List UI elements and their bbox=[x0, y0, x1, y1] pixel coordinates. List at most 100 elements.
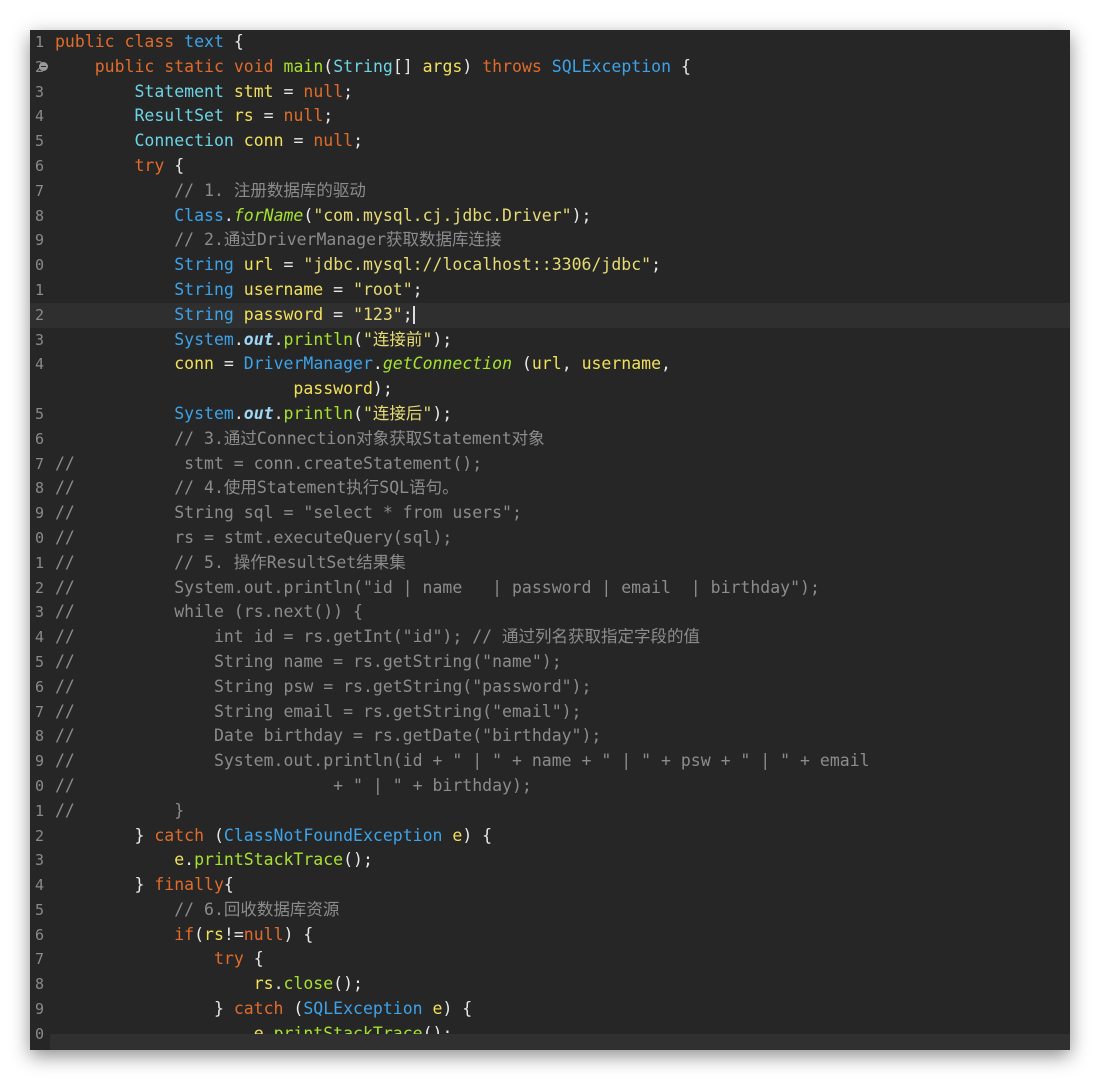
code-line[interactable]: 1 // // 5. 操作ResultSet结果集 bbox=[30, 551, 1070, 576]
code-text: // System.out.println(id + " | " + name … bbox=[55, 749, 870, 774]
code-token: url bbox=[531, 354, 562, 374]
code-line[interactable]: 6 try { bbox=[30, 154, 1070, 179]
line-number: 3 bbox=[34, 603, 44, 622]
code-line[interactable]: 7 try { bbox=[30, 947, 1070, 972]
code-line[interactable]: 4 } finally{ bbox=[30, 873, 1070, 898]
code-token: getConnection bbox=[382, 354, 512, 374]
code-line[interactable]: 5 Connection conn = null; bbox=[30, 129, 1070, 154]
code-line[interactable]: 4 conn = DriverManager.getConnection (ur… bbox=[30, 352, 1070, 377]
code-line[interactable]: 3 // while (rs.next()) { bbox=[30, 600, 1070, 625]
code-token: ) { bbox=[442, 999, 473, 1019]
code-text: // String psw = rs.getString("password")… bbox=[55, 675, 591, 700]
code-line[interactable]: 3 e.printStackTrace(); bbox=[30, 848, 1070, 873]
code-token: null bbox=[303, 81, 344, 101]
code-token: ) { bbox=[462, 825, 493, 845]
code-line[interactable]: 6 // String psw = rs.getString("password"… bbox=[30, 675, 1070, 700]
code-token: ); bbox=[571, 205, 592, 225]
code-text: // // 4.使用Statement执行SQL语句。 bbox=[55, 476, 459, 501]
horizontal-scrollbar[interactable] bbox=[50, 1034, 1070, 1050]
code-token: { bbox=[223, 32, 244, 51]
code-token: rs bbox=[233, 106, 254, 126]
code-line[interactable]: 8 rs.close(); bbox=[30, 972, 1070, 997]
code-line[interactable]: 5 // 6.回收数据库资源 bbox=[30, 898, 1070, 923]
code-text: // // 5. 操作ResultSet结果集 bbox=[55, 551, 406, 576]
code-line[interactable]: 3 System.out.println("连接前"); bbox=[30, 328, 1070, 353]
line-number: 1 bbox=[34, 801, 44, 820]
line-number: 3 bbox=[34, 851, 44, 870]
code-line[interactable]: 5 System.out.println("连接后"); bbox=[30, 402, 1070, 427]
code-token: rs bbox=[204, 924, 224, 944]
code-line[interactable]: 1 // } bbox=[30, 799, 1070, 824]
code-token: System bbox=[174, 403, 234, 423]
code-line[interactable]: 9 // String sql = "select * from users"; bbox=[30, 501, 1070, 526]
code-token: url bbox=[243, 255, 274, 275]
code-line[interactable]: 8 Class.forName("com.mysql.cj.jdbc.Drive… bbox=[30, 204, 1070, 229]
code-line[interactable]: 0 String url = "jdbc.mysql://localhost::… bbox=[30, 253, 1070, 278]
line-number: 1 bbox=[34, 280, 44, 299]
code-token: "连接后" bbox=[363, 403, 433, 423]
code-text: // int id = rs.getInt("id"); // 通过列名获取指定… bbox=[55, 625, 700, 650]
code-line[interactable]: 5 // String name = rs.getString("name"); bbox=[30, 650, 1070, 675]
code-line[interactable]: 4 // int id = rs.getInt("id"); // 通过列名获取指… bbox=[30, 625, 1070, 650]
code-line[interactable]: 1 String username = "root"; bbox=[30, 278, 1070, 303]
code-line[interactable]: 2 String password = "123"; bbox=[30, 302, 1070, 328]
code-text: // String sql = "select * from users"; bbox=[55, 501, 522, 526]
code-line[interactable]: 6 // 3.通过Connection对象获取Statement对象 bbox=[30, 427, 1070, 452]
code-token: void bbox=[233, 56, 284, 76]
fold-collapse-icon[interactable] bbox=[39, 61, 48, 71]
code-line[interactable]: 7 // stmt = conn.createStatement(); bbox=[30, 452, 1070, 477]
code-line[interactable]: 8 // // 4.使用Statement执行SQL语句。 bbox=[30, 476, 1070, 501]
code-line[interactable]: 0 // + " | " + birthday); bbox=[30, 774, 1070, 799]
code-token: // 3.通过Connection对象获取Statement对象 bbox=[174, 428, 545, 448]
code-text: } catch (ClassNotFoundException e) { bbox=[55, 824, 492, 849]
code-line[interactable]: 9 } catch (SQLException e) { bbox=[30, 997, 1070, 1022]
code-line[interactable]: 7 // 1. 注册数据库的驱动 bbox=[30, 179, 1070, 204]
code-line[interactable]: 2 public static void main(String[] args)… bbox=[30, 55, 1070, 80]
code-token: "jdbc.mysql://localhost::3306/jdbc" bbox=[303, 255, 652, 275]
code-token: String bbox=[174, 255, 244, 275]
code-text: Statement stmt = null; bbox=[55, 80, 353, 105]
code-editor[interactable]: 1public class text {2 public static void… bbox=[30, 30, 1070, 1050]
line-number: 1 bbox=[34, 553, 44, 572]
code-line[interactable]: 0 // rs = stmt.executeQuery(sql); bbox=[30, 526, 1070, 551]
code-token: public bbox=[55, 32, 125, 51]
code-text: // + " | " + birthday); bbox=[55, 774, 532, 799]
code-text: Class.forName("com.mysql.cj.jdbc.Driver"… bbox=[55, 204, 591, 229]
line-number: 5 bbox=[34, 404, 44, 423]
code-line[interactable]: password); bbox=[30, 377, 1070, 402]
code-token: e bbox=[432, 999, 443, 1019]
code-token: ( bbox=[283, 999, 304, 1019]
code-line[interactable]: 7 // String email = rs.getString("email")… bbox=[30, 700, 1070, 725]
line-number: 3 bbox=[34, 330, 44, 349]
line-number: 6 bbox=[34, 429, 44, 448]
code-text: // stmt = conn.createStatement(); bbox=[55, 452, 482, 477]
code-token: forName bbox=[233, 205, 304, 225]
code-line[interactable]: 9 // System.out.println(id + " | " + name… bbox=[30, 749, 1070, 774]
line-number: 8 bbox=[34, 206, 44, 225]
code-line[interactable]: 3 Statement stmt = null; bbox=[30, 80, 1070, 105]
line-number: 8 bbox=[34, 975, 44, 994]
code-line[interactable]: 4 ResultSet rs = null; bbox=[30, 104, 1070, 129]
code-token: // System.out.println(id + " | " + name … bbox=[55, 751, 870, 771]
code-token: // String email = rs.getString("email"); bbox=[55, 701, 582, 721]
code-token: // System.out.println("id | name | passw… bbox=[55, 577, 820, 597]
code-token: . bbox=[233, 329, 244, 349]
code-line[interactable]: 2 } catch (ClassNotFoundException e) { bbox=[30, 824, 1070, 849]
code-line[interactable]: 9 // 2.通过DriverManager获取数据库连接 bbox=[30, 228, 1070, 253]
line-number: 4 bbox=[34, 876, 44, 895]
code-token: // // 5. 操作ResultSet结果集 bbox=[55, 552, 406, 572]
code-line[interactable]: 1 public class text { bbox=[30, 30, 1070, 55]
code-line[interactable]: 2 // System.out.println("id | name | pass… bbox=[30, 576, 1070, 601]
code-token: ( bbox=[512, 354, 532, 374]
code-line[interactable]: 6 if(rs!=null) { bbox=[30, 923, 1070, 948]
code-area[interactable]: 1public class text {2 public static void… bbox=[30, 30, 1070, 1047]
line-number: 3 bbox=[34, 82, 44, 101]
code-line[interactable]: 8 // Date birthday = rs.getDate("birthday… bbox=[30, 724, 1070, 749]
